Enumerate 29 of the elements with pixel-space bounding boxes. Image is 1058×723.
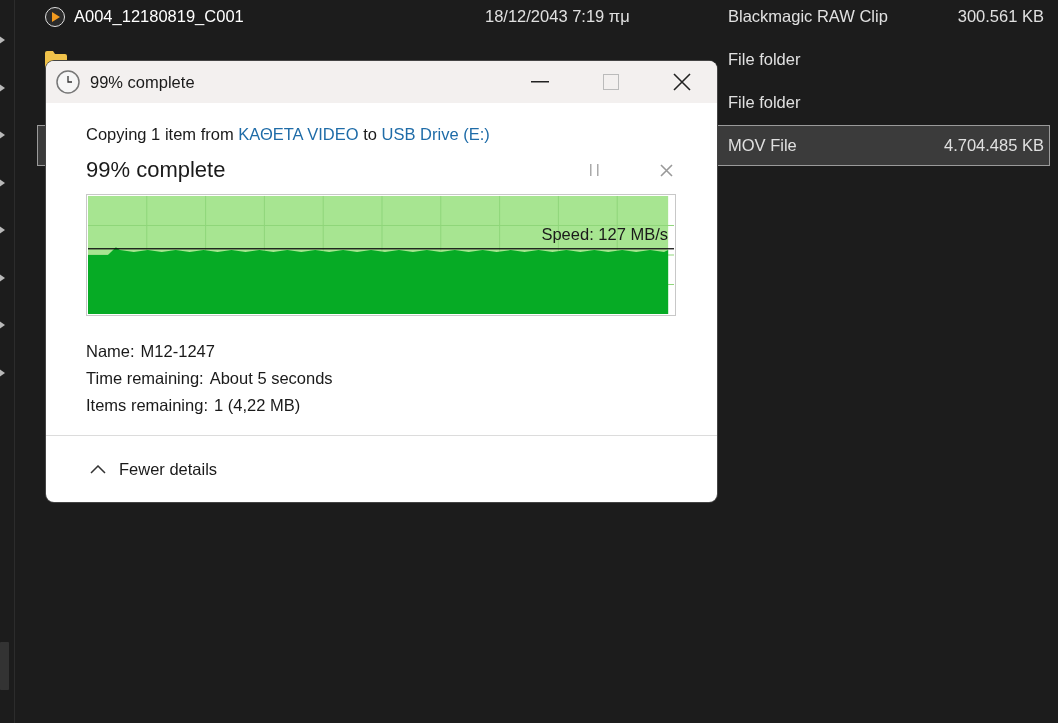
file-size: 4.704.485 KB — [944, 136, 1044, 154]
clock-icon — [56, 70, 80, 94]
destination-link[interactable]: USB Drive (E:) — [381, 125, 490, 143]
play-icon — [45, 6, 65, 27]
close-icon — [672, 73, 691, 91]
detail-label: Items remaining: — [86, 395, 208, 416]
detail-value: M12-1247 — [140, 341, 215, 362]
file-size: 300.561 KB — [957, 7, 1044, 25]
detail-label: Name: — [86, 341, 135, 362]
file-row[interactable]: A004_12180819_C001 18/12/2043 7:19 πμ Blackmagic RAW Clip 300.561 KB — [37, 0, 1050, 37]
maximize-icon — [602, 74, 619, 90]
details-toggle[interactable]: Fewer details — [90, 459, 218, 479]
chevron-up-icon — [90, 464, 106, 474]
close-icon — [660, 163, 673, 177]
copy-status-text: Copying 1 item from ΚΑΘΕΤΑ VIDEO to USB Drive (E:) — [86, 125, 491, 145]
modified-date: 18/12/2043 7:19 πμ — [485, 7, 630, 25]
file-name: A004_12180819_C001 — [74, 7, 244, 25]
window-title: 99% complete — [90, 72, 195, 92]
detail-value: About 5 seconds — [209, 368, 333, 389]
file-type: File folder — [728, 50, 801, 68]
file-type: MOV File — [728, 136, 797, 154]
minimize-icon — [530, 81, 549, 83]
speed-label: Speed: 127 MB/s — [541, 225, 668, 244]
pause-icon — [590, 164, 600, 176]
source-link[interactable]: ΚΑΘΕΤΑ VIDEO — [238, 125, 359, 143]
detail-label: Time remaining: — [86, 368, 204, 389]
file-type: Blackmagic RAW Clip — [728, 7, 888, 25]
progress-heading: 99% complete — [86, 157, 226, 183]
detail-value: 1 (4,22 MB) — [213, 395, 301, 416]
